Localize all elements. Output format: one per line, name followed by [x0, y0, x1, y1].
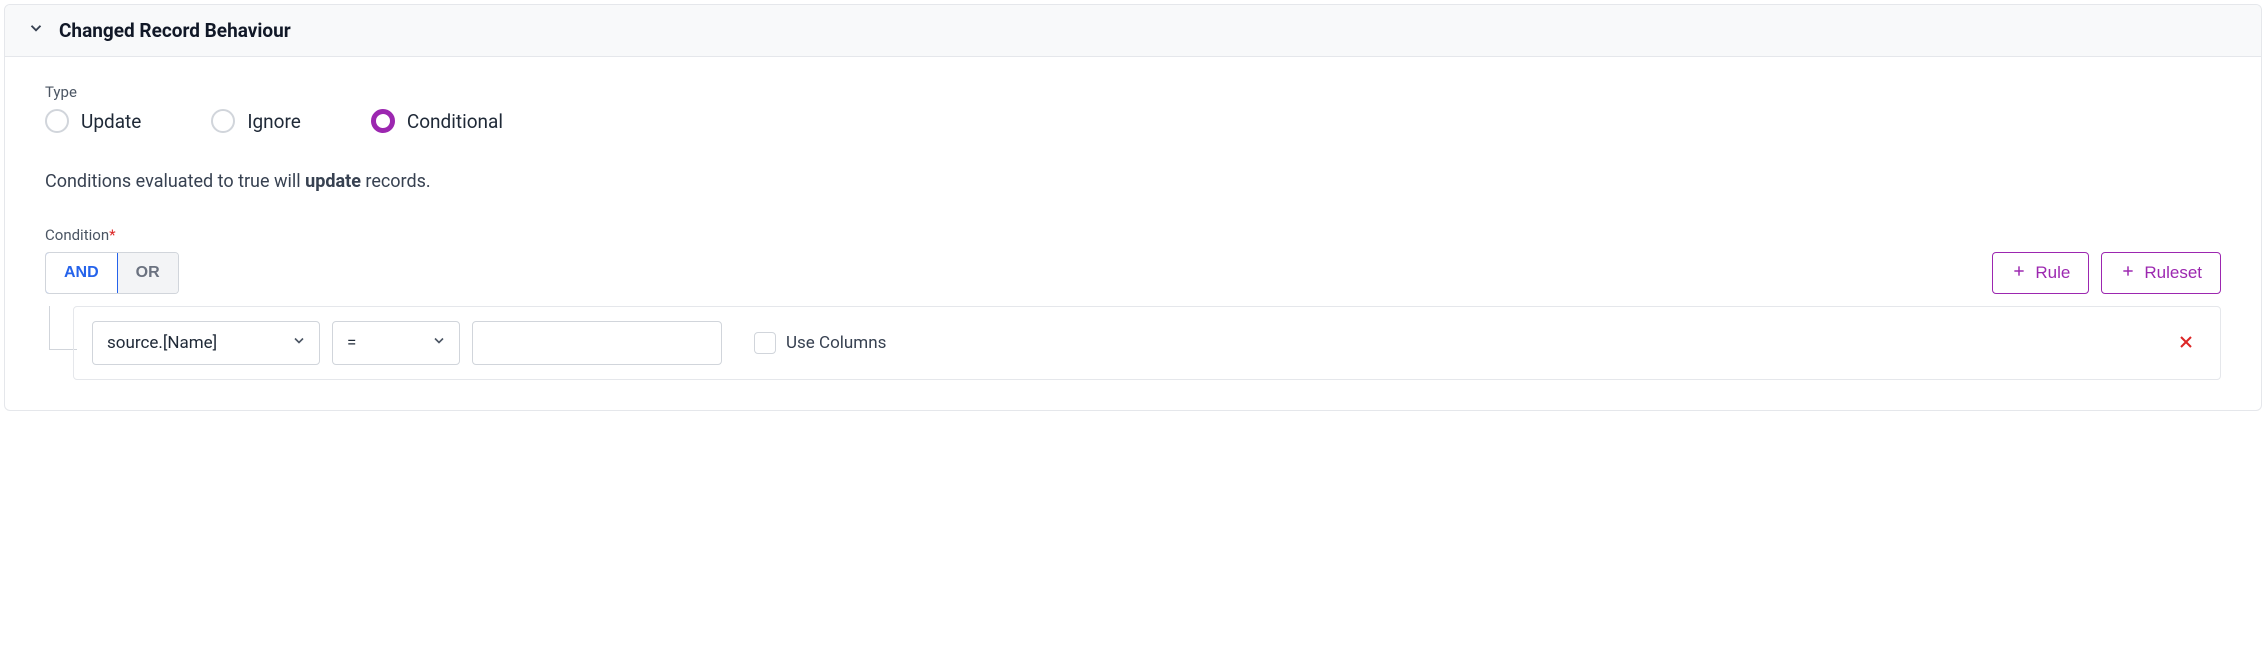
rule-field-select[interactable]: source.[Name]: [92, 321, 320, 365]
add-ruleset-label: Ruleset: [2144, 263, 2202, 283]
rule-operator-select[interactable]: =: [332, 321, 460, 365]
add-rule-button[interactable]: Rule: [1992, 252, 2089, 294]
use-columns-label: Use Columns: [786, 333, 886, 353]
panel-body: Type Update Ignore Conditional Condition…: [5, 57, 2261, 410]
type-label: Type: [45, 83, 2221, 101]
rule-value-input-wrap: [472, 321, 722, 365]
radio-icon: [211, 109, 235, 133]
plus-icon: [2120, 263, 2136, 284]
plus-icon: [2011, 263, 2027, 284]
condition-toolbar: AND OR Rule Ruleset: [45, 252, 2221, 294]
chevron-down-icon: [431, 333, 447, 354]
hint-suffix: records.: [361, 171, 431, 192]
rule-value-input[interactable]: [487, 332, 707, 354]
radio-label-conditional: Conditional: [407, 110, 503, 133]
rule-operator-value: =: [347, 333, 356, 353]
chevron-down-icon: [27, 19, 45, 42]
use-columns-checkbox[interactable]: [754, 332, 776, 354]
type-radio-group: Update Ignore Conditional: [45, 109, 2221, 133]
rule-row: source.[Name] = Use Columns: [73, 306, 2221, 380]
radio-label-ignore: Ignore: [247, 110, 301, 133]
add-rule-label: Rule: [2035, 263, 2070, 283]
delete-rule-button[interactable]: [2170, 326, 2202, 361]
type-radio-conditional[interactable]: Conditional: [371, 109, 503, 133]
condition-label: Condition*: [45, 226, 2221, 244]
hint-bold: update: [305, 171, 361, 192]
required-marker: *: [109, 226, 115, 244]
rule-field-value: source.[Name]: [107, 333, 217, 353]
panel-header[interactable]: Changed Record Behaviour: [5, 5, 2261, 57]
type-radio-update[interactable]: Update: [45, 109, 141, 133]
logic-and-button[interactable]: AND: [45, 252, 118, 294]
type-radio-ignore[interactable]: Ignore: [211, 109, 301, 133]
condition-label-text: Condition: [45, 226, 109, 244]
radio-icon: [371, 109, 395, 133]
rule-action-buttons: Rule Ruleset: [1992, 252, 2221, 294]
chevron-down-icon: [291, 333, 307, 354]
condition-hint: Conditions evaluated to true will update…: [45, 171, 2221, 192]
radio-icon: [45, 109, 69, 133]
radio-label-update: Update: [81, 110, 141, 133]
close-icon: [2176, 340, 2196, 355]
rule-area: source.[Name] = Use Columns: [45, 306, 2221, 380]
logic-or-button[interactable]: OR: [117, 253, 178, 293]
add-ruleset-button[interactable]: Ruleset: [2101, 252, 2221, 294]
use-columns-wrap: Use Columns: [754, 332, 886, 354]
panel-title: Changed Record Behaviour: [59, 19, 291, 42]
logic-toggle: AND OR: [45, 252, 179, 294]
changed-record-behaviour-panel: Changed Record Behaviour Type Update Ign…: [4, 4, 2262, 411]
hint-prefix: Conditions evaluated to true will: [45, 171, 305, 192]
